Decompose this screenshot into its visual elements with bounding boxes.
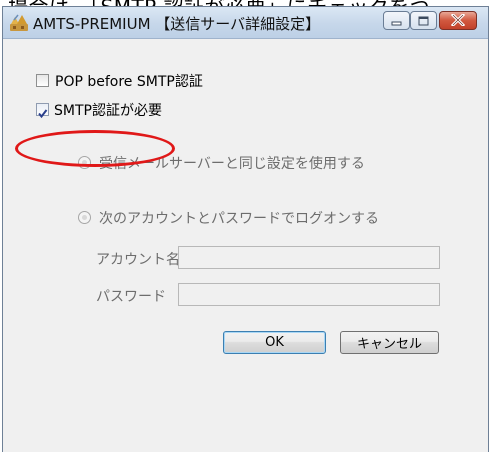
same-settings-radio[interactable] [78, 156, 91, 169]
minimize-button[interactable] [383, 11, 410, 30]
close-button[interactable] [439, 11, 477, 30]
maximize-icon [418, 11, 429, 30]
use-account-radio[interactable] [78, 211, 91, 224]
ok-button[interactable]: OK [223, 331, 326, 354]
password-field[interactable] [178, 283, 440, 306]
account-name-label: アカウント名 [96, 252, 180, 268]
dialog-content: POP before SMTP認証 SMTP認証が必要 受信メールサーバーと同じ… [3, 39, 488, 452]
app-logo-icon [9, 12, 29, 32]
password-label: パスワード [96, 289, 166, 305]
page: 場合は、「SMTP 認証が必要」にチェックをつ AMTS-PREMIUM 【送信… [0, 0, 491, 452]
same-settings-label[interactable]: 受信メールサーバーと同じ設定を使用する [99, 153, 365, 173]
use-account-label[interactable]: 次のアカウントとパスワードでログオンする [99, 208, 379, 228]
minimize-icon [391, 11, 402, 30]
title-bar[interactable]: AMTS-PREMIUM 【送信サーバ詳細設定】 [3, 7, 488, 39]
dialog-window: AMTS-PREMIUM 【送信サーバ詳細設定】 POP before SMTP… [2, 6, 489, 452]
close-icon [450, 11, 466, 30]
checkmark-icon [37, 104, 48, 123]
pop-before-smtp-label[interactable]: POP before SMTP認証 [55, 71, 203, 91]
pop-before-smtp-checkbox[interactable] [36, 74, 49, 87]
smtp-auth-checkbox[interactable] [36, 103, 49, 119]
account-name-field[interactable] [178, 246, 440, 269]
cancel-button[interactable]: キャンセル [340, 331, 439, 354]
smtp-auth-label[interactable]: SMTP認証が必要 [54, 100, 162, 120]
window-title: AMTS-PREMIUM 【送信サーバ詳細設定】 [33, 15, 321, 33]
maximize-button[interactable] [410, 11, 437, 30]
